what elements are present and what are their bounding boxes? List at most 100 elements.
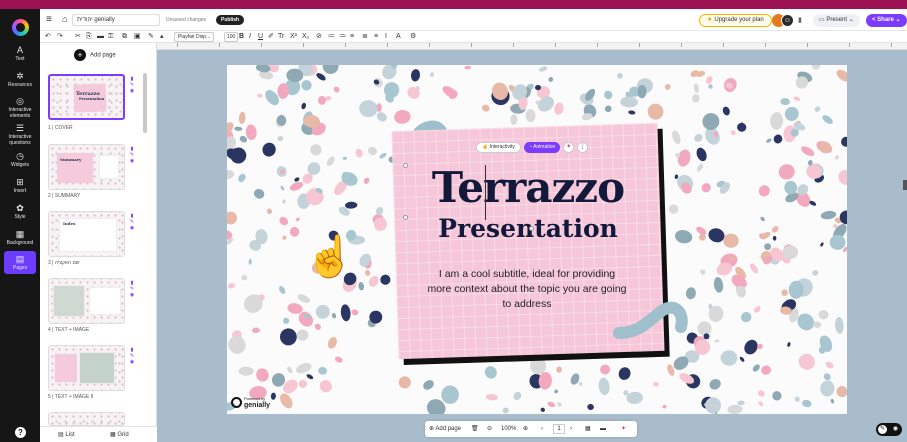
subscript-icon[interactable]: X₂ [302, 32, 309, 42]
edit-preview-toggle[interactable]: ✎ ◉ [876, 423, 902, 436]
effects-icon[interactable]: ✦ [621, 425, 626, 433]
panel-scrollbar[interactable] [143, 73, 147, 133]
stats-icon[interactable]: ▮ [798, 16, 802, 24]
trash-icon[interactable]: 🗑 [471, 425, 479, 433]
zoom-level[interactable]: 100% [501, 425, 516, 433]
resize-handle[interactable] [529, 226, 534, 231]
panel-collapse-tab[interactable] [903, 180, 907, 190]
resize-handle[interactable] [403, 163, 408, 168]
terrazzo-chip [282, 199, 286, 204]
help-icon[interactable]: ? [15, 427, 26, 438]
list-view-button[interactable]: ▤ List [58, 431, 75, 438]
interactivity-button[interactable]: ☝ Interactivity [476, 142, 521, 153]
undo-icon[interactable]: ↶ [45, 32, 51, 42]
genially-logo-icon[interactable] [12, 19, 29, 36]
rail-item-widgets[interactable]: ◷ Widgets [0, 151, 40, 168]
zoom-in-icon[interactable]: ⊕ [523, 425, 528, 433]
page-thumbnail[interactable] [48, 412, 125, 426]
terrazzo-chip [481, 104, 490, 112]
publish-button[interactable]: Publish [216, 15, 245, 25]
text-effect-icon[interactable]: ✐ [268, 32, 274, 42]
avatar[interactable]: ☺ [781, 14, 794, 27]
redo-icon[interactable]: ↷ [57, 32, 63, 42]
grid-view-icon[interactable]: ▦ [585, 425, 591, 433]
page-thumbnail[interactable]: Terrazzo Presentation [48, 74, 125, 120]
grid-view-button[interactable]: ▦ Grid [110, 431, 129, 438]
pointer-hand-icon[interactable]: ☝ [305, 237, 355, 277]
page-thumbnail[interactable]: Summary [48, 144, 125, 190]
thumb-actions[interactable]: ▮ ✎ ◉ [128, 280, 136, 298]
text-direction-icon[interactable]: I [385, 32, 387, 42]
page-number-input[interactable]: 1 [553, 424, 565, 434]
page-thumbnail[interactable] [48, 278, 125, 324]
editor-canvas[interactable]: Terrazzo Presentation I am a cool subtit… [157, 50, 907, 442]
font-family-select[interactable]: Playfair Disp... [174, 32, 215, 42]
page-label: 4 | TEXT + IMAGE [48, 327, 90, 333]
ordered-list-icon[interactable]: ≕ [339, 32, 346, 42]
animation-label: Animation [533, 144, 556, 150]
rail-item-resources[interactable]: ✲ Resources [0, 71, 40, 88]
pages-icon: ▤ [15, 254, 25, 264]
page-thumbnail[interactable]: Index [48, 211, 125, 257]
group-icon[interactable]: ▣ [134, 32, 141, 42]
slide[interactable]: Terrazzo Presentation I am a cool subtit… [227, 65, 847, 414]
thumb-actions[interactable]: ▮ ✎ ◉ [128, 76, 136, 94]
lock-icon[interactable]: ⚿ [108, 32, 113, 42]
bottom-add-page-button[interactable]: ⊕ Add page [429, 425, 461, 433]
animation-button[interactable]: ◔ Animation [523, 142, 561, 153]
line-height-icon[interactable]: ≣ [362, 32, 368, 42]
zoom-out-icon[interactable]: ⊖ [487, 425, 492, 433]
terrazzo-chip [279, 216, 289, 226]
rail-item-style[interactable]: ✿ Style [0, 203, 40, 220]
effects-icon[interactable]: ✦ [563, 142, 575, 153]
thumb-actions[interactable]: ▮ ✎ ◉ [128, 347, 136, 365]
rail-item-interactive-elements[interactable]: ◎ Interactive elements [0, 96, 40, 119]
text-transform-icon[interactable]: Tr [278, 32, 284, 42]
slide-subtitle[interactable]: I am a cool subtitle, ideal for providin… [427, 267, 627, 312]
format-painter-icon[interactable]: ✎ [148, 32, 154, 42]
rail-item-text[interactable]: A Text [0, 45, 40, 62]
rail-item-interactive-questions[interactable]: ☰ Interactive questions [0, 123, 40, 146]
add-page-button[interactable]: + Add page [74, 49, 116, 62]
superscript-icon[interactable]: X² [290, 32, 297, 42]
terrazzo-chip [287, 366, 293, 374]
rail-item-pages[interactable]: ▤ Pages [4, 251, 36, 274]
resize-handle[interactable] [403, 215, 408, 220]
page-thumbnail[interactable] [48, 345, 125, 391]
prev-page-icon[interactable]: ‹ [541, 425, 543, 433]
clear-format-icon[interactable]: ⊘ [316, 32, 322, 42]
settings-icon[interactable]: ⚙ [410, 32, 416, 42]
italic-icon[interactable]: I [249, 32, 251, 42]
menu-icon[interactable]: ≡ [46, 14, 52, 25]
layer-icon[interactable]: ⧉ [122, 32, 127, 42]
more-options-icon[interactable]: ⋮ [577, 142, 589, 153]
interactive-elements-icon: ◎ [16, 96, 24, 106]
terrazzo-chip [556, 366, 562, 373]
next-page-icon[interactable]: › [570, 425, 572, 433]
align-icon[interactable]: ≡ [350, 32, 354, 42]
share-button[interactable]: < Share ⌄ [866, 14, 907, 27]
present-button[interactable]: ▭ Present ⌄ [813, 14, 860, 27]
font-size-input[interactable]: 100 [224, 32, 239, 42]
slideshow-icon[interactable]: ▬ [600, 425, 606, 433]
upgrade-button[interactable]: ★ Upgrade your plan [699, 14, 772, 27]
copy-icon[interactable]: ⎘ [86, 32, 92, 42]
terrazzo-chip [227, 170, 235, 180]
align-right-icon[interactable]: ≡ [374, 32, 378, 42]
delete-icon[interactable]: ▬ [97, 32, 104, 42]
bold-icon[interactable]: B [239, 32, 244, 42]
slide-title-line2[interactable]: Presentation [399, 214, 657, 244]
text-color-icon[interactable]: ▴ [160, 32, 164, 42]
list-icon[interactable]: ≔ [328, 32, 335, 42]
cut-icon[interactable]: ✂ [75, 32, 81, 42]
slide-title-line1[interactable]: Terrazzo [399, 165, 657, 211]
terrazzo-chip [720, 350, 738, 366]
rail-item-insert[interactable]: ⊞ Insert [0, 177, 40, 194]
thumb-actions[interactable]: ▮ ✎ ◉ [128, 213, 136, 231]
underline-icon[interactable]: U [258, 32, 263, 42]
thumb-actions[interactable]: ▮ ✎ ◉ [128, 146, 136, 164]
rail-item-background[interactable]: ▦ Background [0, 229, 40, 246]
doc-title-input[interactable]: יהודית genially [72, 14, 160, 26]
home-icon[interactable]: ⌂ [62, 14, 67, 24]
highlight-icon[interactable]: A [396, 32, 401, 42]
